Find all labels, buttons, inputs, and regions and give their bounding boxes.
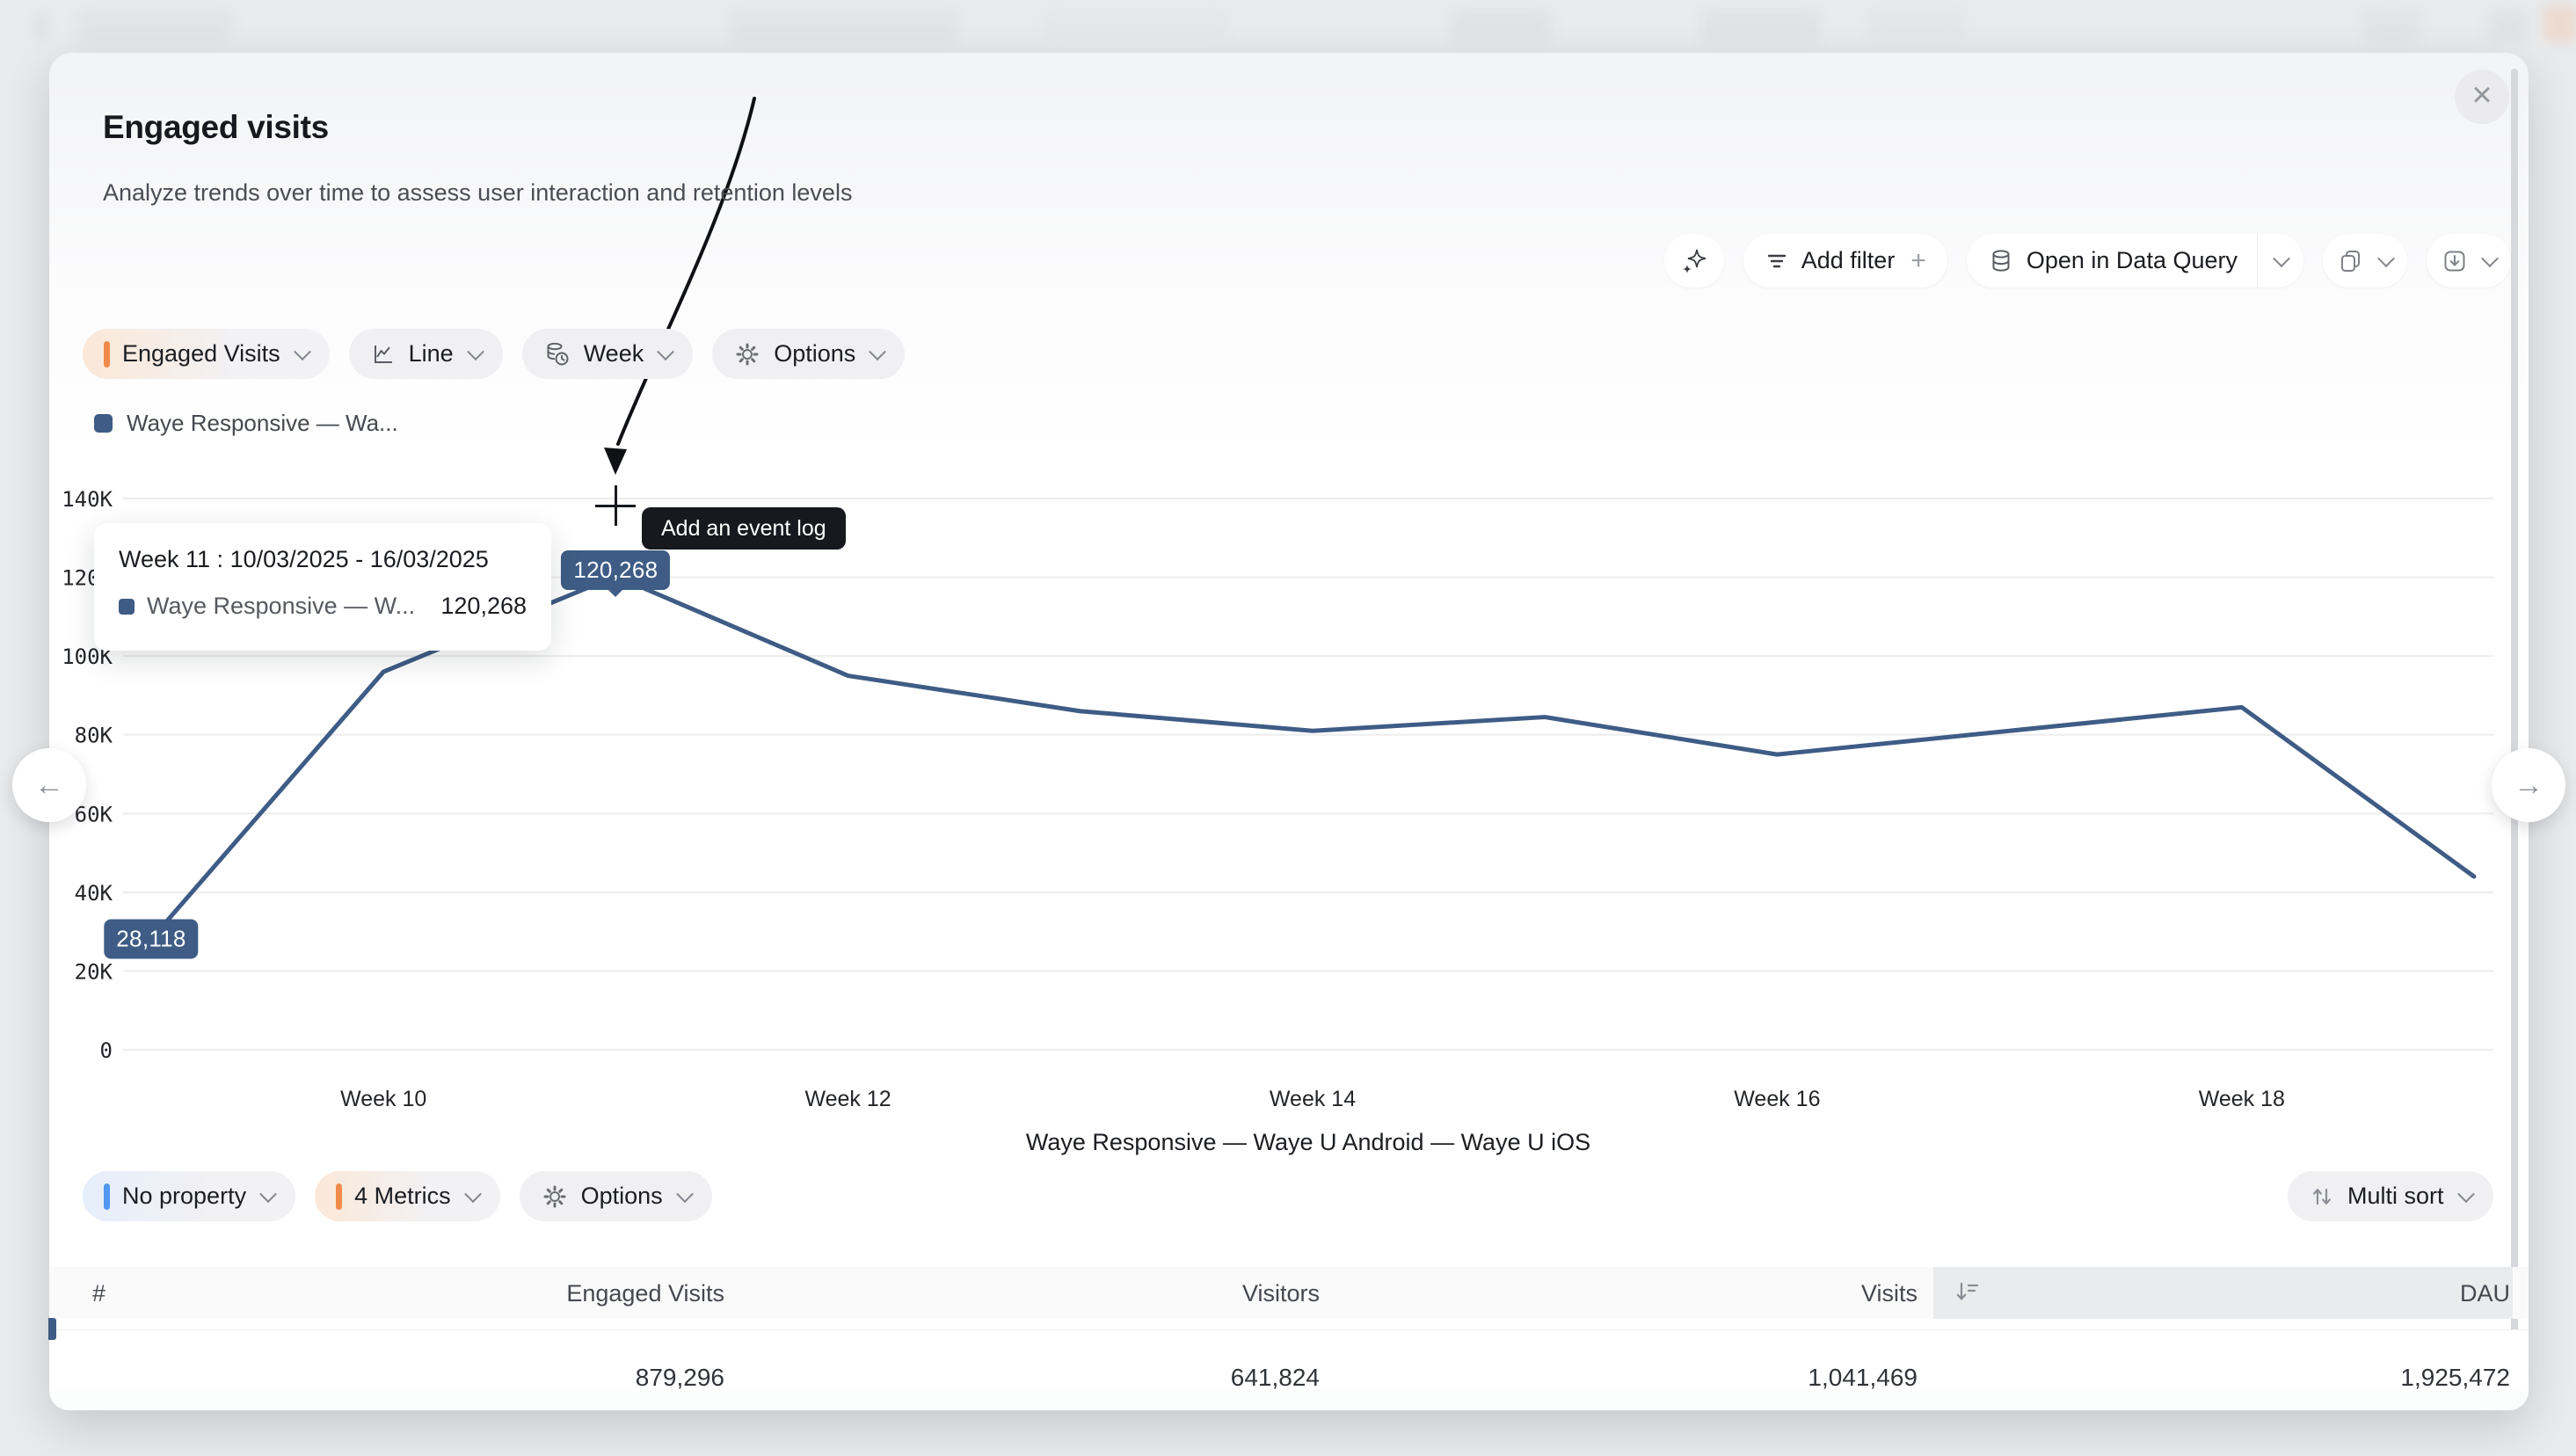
chart-type-label: Line (409, 340, 454, 368)
data-point-badge: 120,268 (561, 550, 670, 590)
cell-visits: 1,041,469 (1566, 1364, 1917, 1392)
column-header-index[interactable]: # (92, 1280, 106, 1307)
sort-descending-icon[interactable] (1952, 1277, 1982, 1307)
chart-controls: Engaged Visits Line Week (83, 329, 905, 379)
column-header-visitors[interactable]: Visitors (968, 1280, 1320, 1307)
toolbar: Add filter + Open in Data Query (1664, 234, 2511, 288)
chevron-down-icon (259, 1185, 277, 1203)
add-filter-button[interactable]: Add filter + (1743, 234, 1947, 288)
page-title: Engaged visits (103, 109, 329, 146)
chevron-down-icon (464, 1185, 482, 1203)
add-filter-label: Add filter (1801, 247, 1896, 274)
crosshair-plus-cursor[interactable] (595, 485, 636, 526)
metrics-label: 4 Metrics (354, 1183, 451, 1210)
legend-label: Waye Responsive — Wa... (127, 410, 398, 437)
close-button[interactable]: × (2455, 69, 2509, 124)
ai-assistant-button[interactable] (1664, 234, 1724, 288)
x-axis-series-title: Waye Responsive — Waye U Android — Waye … (123, 1129, 2493, 1156)
chevron-down-icon[interactable] (2273, 250, 2290, 267)
background-blur-item (77, 11, 231, 42)
metric-label: Engaged Visits (122, 340, 280, 368)
metrics-accent-bar (336, 1183, 342, 1210)
background-blur-item (1868, 11, 1965, 42)
property-accent-bar (104, 1183, 110, 1210)
chevron-down-icon (676, 1185, 694, 1203)
hover-tooltip-row: Waye Responsive — W... 120,268 (119, 593, 527, 620)
copy-icon (2338, 248, 2364, 274)
table-options-label: Options (581, 1183, 663, 1210)
next-chart-button[interactable]: → (2492, 748, 2565, 822)
hover-tooltip-title: Week 11 : 10/03/2025 - 16/03/2025 (119, 546, 527, 573)
calendar-database-icon (543, 340, 571, 368)
table-options-selector[interactable]: Options (520, 1171, 712, 1221)
background-blur-item (1701, 11, 1820, 42)
table-footer-space (49, 1391, 2529, 1410)
export-button[interactable] (2427, 234, 2511, 288)
cell-visitors: 641,824 (968, 1364, 1320, 1392)
line-chart-icon (370, 341, 397, 368)
arrow-right-icon: → (2514, 768, 2543, 803)
cell-engaged-visits: 879,296 (373, 1364, 724, 1392)
legend-swatch (94, 414, 113, 433)
chart-options-label: Options (774, 340, 855, 368)
series-value: 120,268 (440, 593, 527, 620)
chevron-down-icon (2457, 1185, 2475, 1203)
chart-options-selector[interactable]: Options (712, 329, 905, 379)
download-icon (2441, 248, 2468, 274)
vertical-scrollbar[interactable] (2511, 69, 2518, 1401)
chevron-down-icon[interactable] (2377, 250, 2395, 267)
background-blur-item (1451, 11, 1552, 42)
series-swatch (119, 599, 135, 615)
background-blur-item (35, 14, 47, 40)
granularity-label: Week (584, 340, 644, 368)
column-header-engaged-visits[interactable]: Engaged Visits (373, 1280, 724, 1307)
row-color-marker (48, 1318, 56, 1340)
gear-icon (733, 340, 761, 368)
filter-icon (1765, 249, 1789, 273)
chart-legend[interactable]: Waye Responsive — Wa... (94, 410, 398, 437)
database-icon (1988, 248, 2014, 274)
metric-selector[interactable]: Engaged Visits (83, 329, 330, 379)
open-in-data-query-button[interactable]: Open in Data Query (1967, 234, 2303, 288)
add-filter-plus-icon: + (1910, 246, 1926, 276)
data-point-badge: 28,118 (104, 920, 198, 959)
background-blur-item (2363, 11, 2420, 42)
sparkles-icon (1679, 246, 1709, 276)
background-blur-item (730, 11, 958, 42)
series-name: Waye Responsive — W... (147, 593, 415, 620)
chevron-down-icon (869, 343, 886, 360)
background-blur-item (2543, 5, 2576, 42)
property-label: No property (122, 1183, 246, 1210)
gear-icon (541, 1183, 569, 1211)
column-header-visits[interactable]: Visits (1566, 1280, 1917, 1307)
previous-chart-button[interactable]: ← (12, 748, 86, 822)
property-selector[interactable]: No property (83, 1171, 295, 1221)
page: Engaged visits Analyze trends over time … (0, 0, 2576, 1456)
chevron-down-icon[interactable] (2481, 250, 2499, 267)
open-in-data-query-label: Open in Data Query (2027, 247, 2238, 274)
add-event-log-tooltip[interactable]: Add an event log (642, 507, 846, 550)
sort-arrows-icon (2309, 1183, 2335, 1210)
metrics-selector[interactable]: 4 Metrics (315, 1171, 500, 1221)
multi-sort-label: Multi sort (2347, 1183, 2444, 1210)
background-blur-item (2488, 11, 2528, 42)
column-header-dau[interactable]: DAU (2158, 1280, 2510, 1307)
multi-sort-button[interactable]: Multi sort (2288, 1171, 2493, 1221)
granularity-selector[interactable]: Week (522, 329, 694, 379)
close-icon: × (2471, 76, 2492, 114)
duplicate-button[interactable] (2323, 234, 2407, 288)
background-blur-item (1042, 12, 1226, 40)
arrow-left-icon: ← (34, 768, 64, 803)
page-subtitle: Analyze trends over time to assess user … (103, 179, 852, 207)
chevron-down-icon (467, 343, 484, 360)
hover-tooltip: Week 11 : 10/03/2025 - 16/03/2025 Waye R… (94, 523, 551, 651)
table-controls: No property 4 Metrics Options (83, 1171, 712, 1221)
metric-accent-bar (104, 341, 110, 368)
chevron-down-icon (294, 343, 311, 360)
cell-dau: 1,925,472 (2158, 1364, 2510, 1392)
button-divider (2257, 234, 2258, 288)
chart-type-selector[interactable]: Line (349, 329, 503, 379)
chevron-down-icon (657, 343, 674, 360)
